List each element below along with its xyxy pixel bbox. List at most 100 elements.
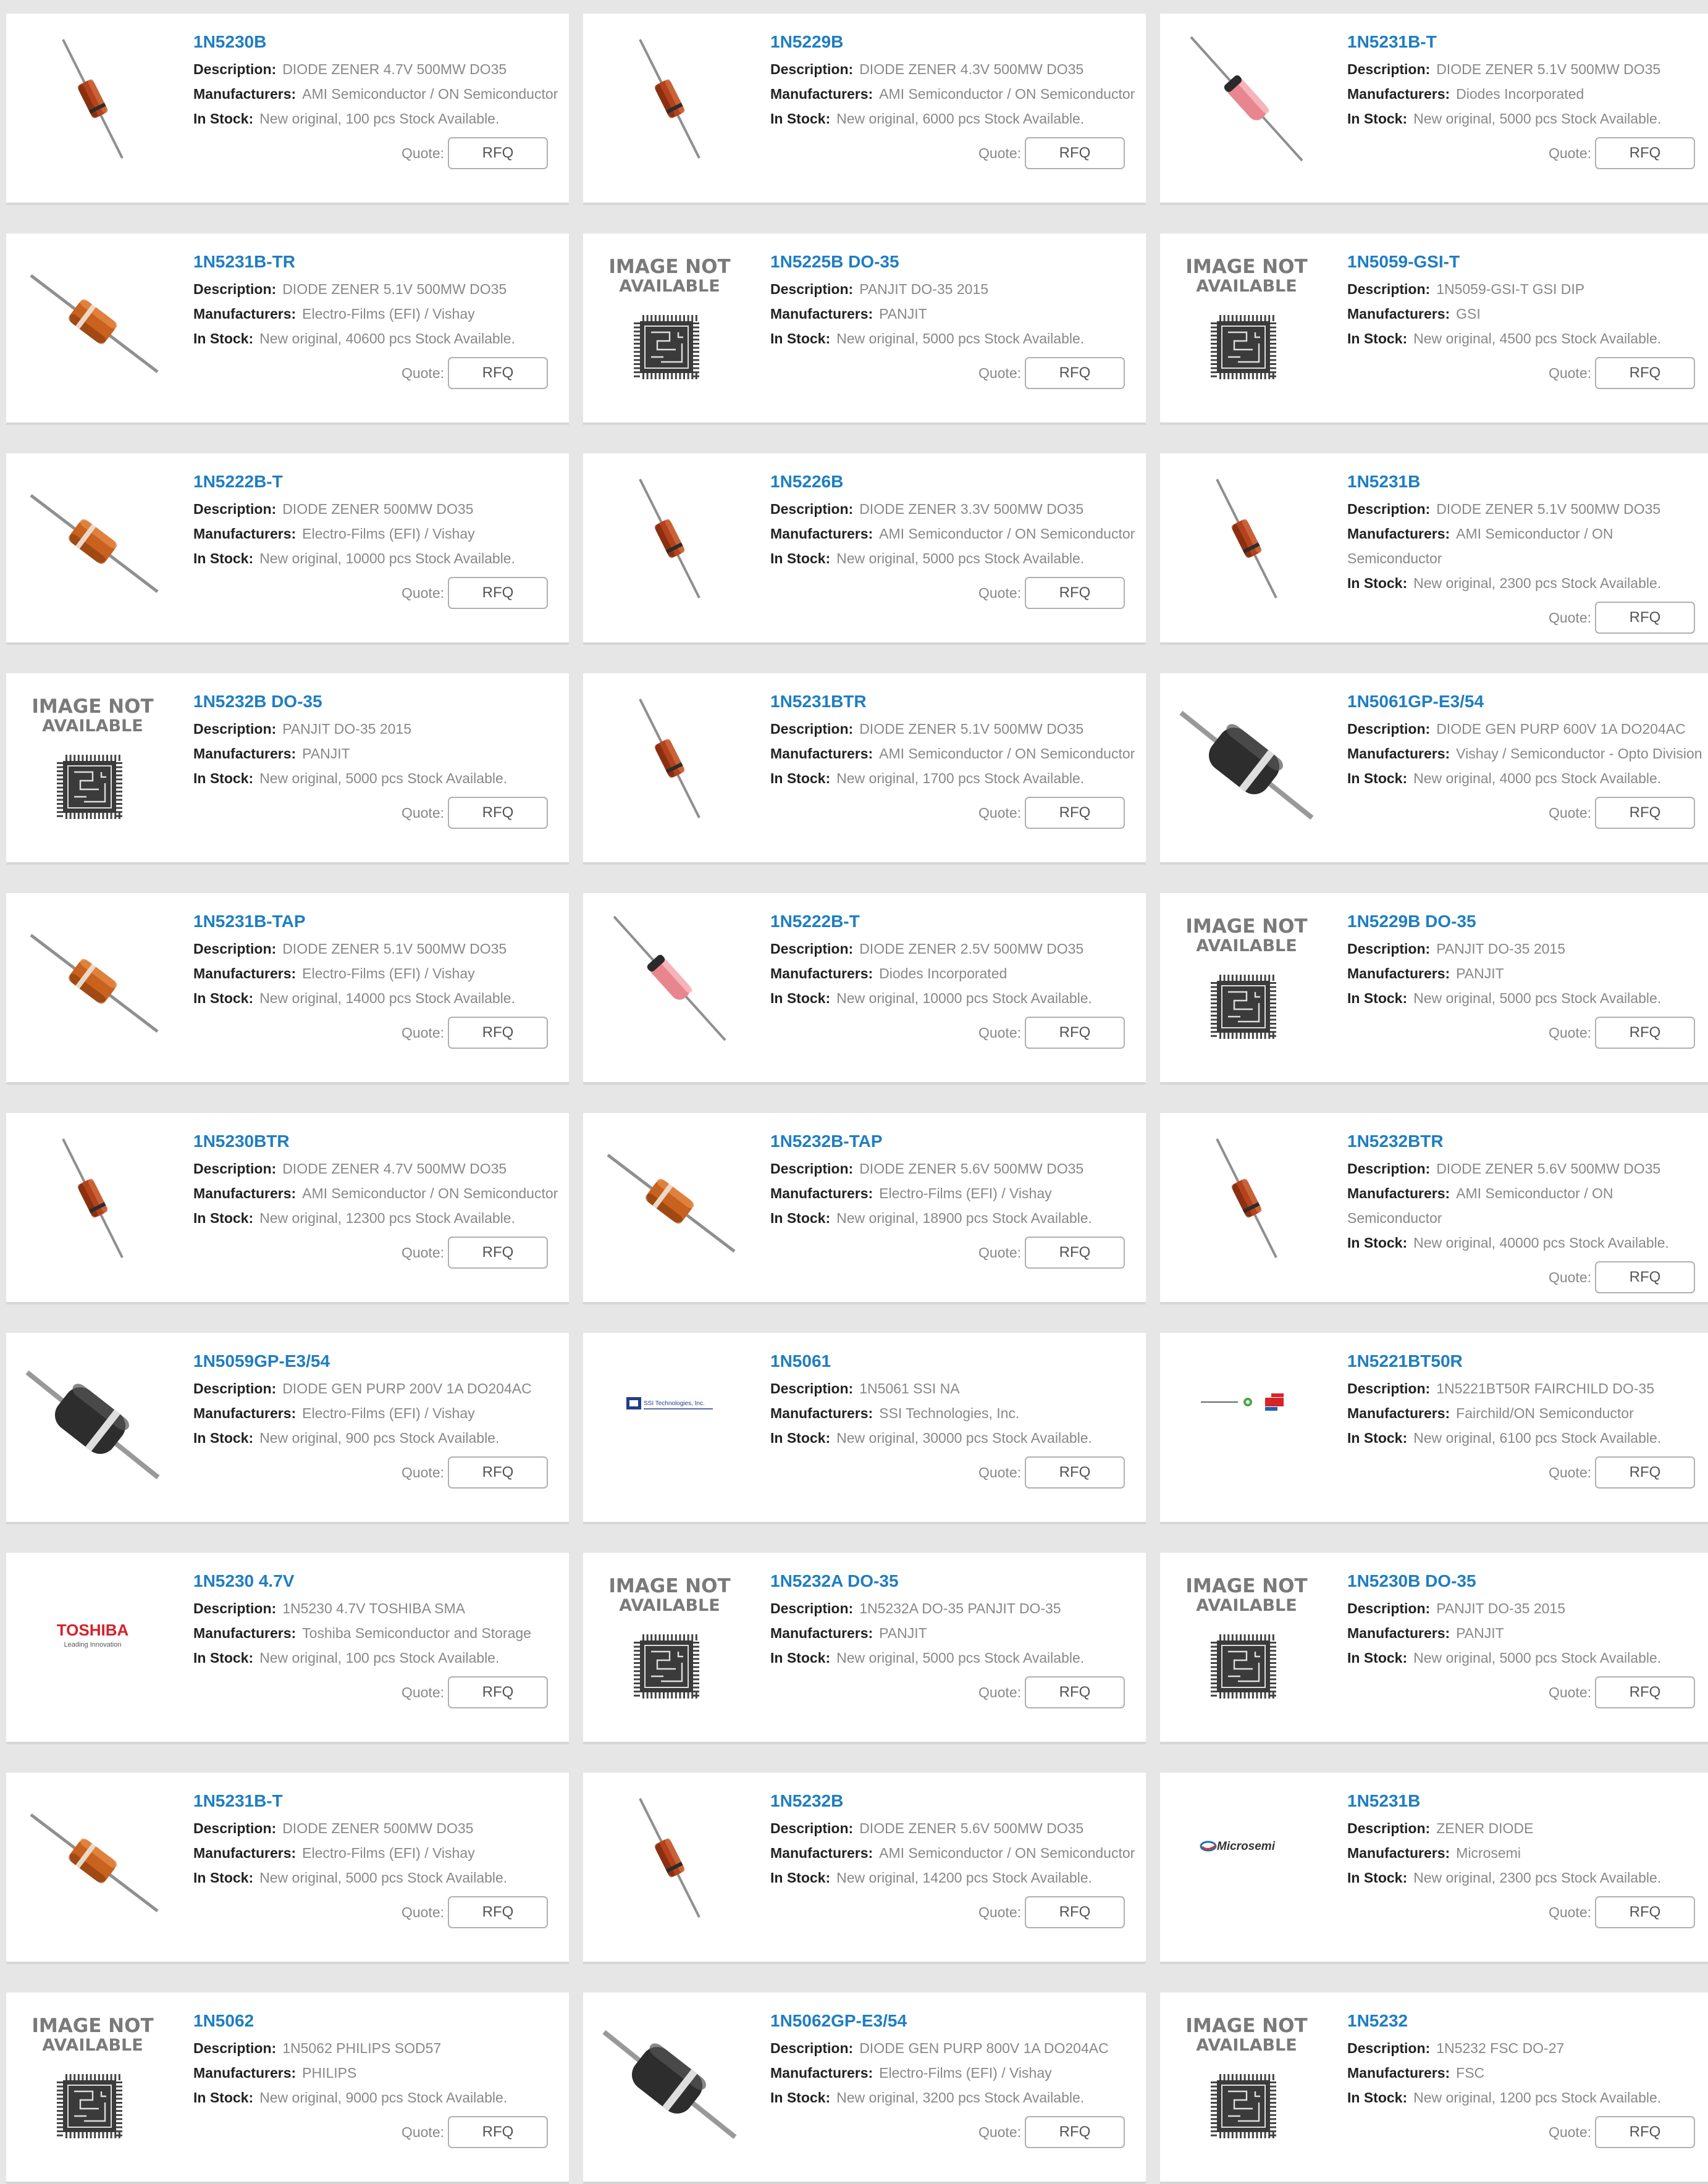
rfq-button[interactable]: RFQ <box>1595 602 1695 634</box>
part-number-link[interactable]: 1N5222B-T <box>770 909 1136 934</box>
part-number-link[interactable]: 1N5231B-TAP <box>193 909 559 934</box>
rfq-button[interactable]: RFQ <box>1025 577 1125 609</box>
part-number-link[interactable]: 1N5229B <box>770 30 1136 54</box>
part-number-link[interactable]: 1N5232B <box>770 1789 1136 1813</box>
product-image[interactable]: SSI Technologies, Inc. <box>602 1350 738 1486</box>
product-image[interactable] <box>602 31 738 167</box>
rfq-button[interactable]: RFQ <box>1595 1017 1695 1049</box>
image-not-available-text: AVAILABLE <box>1196 1596 1297 1615</box>
rfq-button[interactable]: RFQ <box>1025 137 1125 169</box>
product-image[interactable] <box>1179 1130 1315 1266</box>
product-image[interactable]: IMAGE NOT AVAILABLE <box>1179 1570 1315 1706</box>
rfq-button[interactable]: RFQ <box>1025 357 1125 389</box>
rfq-button[interactable]: RFQ <box>448 1017 548 1049</box>
part-number-link[interactable]: 1N5225B DO-35 <box>770 250 1136 274</box>
stock-row: In Stock: New original, 5000 pcs Stock Av… <box>1347 986 1706 1010</box>
part-number-link[interactable]: 1N5230B <box>193 30 559 54</box>
rfq-button[interactable]: RFQ <box>1595 1261 1695 1293</box>
product-image[interactable]: Microsemi <box>1179 1790 1315 1926</box>
rfq-button[interactable]: RFQ <box>1025 797 1125 829</box>
rfq-button[interactable]: RFQ <box>1025 1676 1125 1708</box>
part-number-link[interactable]: 1N5222B-T <box>193 469 559 494</box>
product-image[interactable] <box>25 251 161 387</box>
rfq-button[interactable]: RFQ <box>1025 1896 1125 1928</box>
product-image[interactable]: IMAGE NOT AVAILABLE <box>25 2010 161 2146</box>
part-number-link[interactable]: 1N5230BTR <box>193 1129 559 1154</box>
part-number-link[interactable]: 1N5061GP-E3/54 <box>1347 689 1706 714</box>
product-image[interactable] <box>25 1130 161 1266</box>
rfq-button[interactable]: RFQ <box>1595 1896 1695 1928</box>
part-number-link[interactable]: 1N5061 <box>770 1349 1136 1374</box>
product-image[interactable]: IMAGE NOT AVAILABLE <box>602 251 738 387</box>
product-image[interactable] <box>25 1790 161 1926</box>
rfq-button[interactable]: RFQ <box>448 2116 548 2148</box>
manufacturers-row: Manufacturers: PHILIPS <box>193 2060 559 2085</box>
product-image[interactable] <box>25 1350 161 1486</box>
part-number-link[interactable]: 1N5231B-T <box>1347 30 1706 54</box>
description-value: DIODE ZENER 3.3V 500MW DO35 <box>859 501 1084 517</box>
rfq-button[interactable]: RFQ <box>448 1237 548 1269</box>
product-image[interactable] <box>25 910 161 1046</box>
description-label: Description: <box>193 1380 277 1396</box>
rfq-button[interactable]: RFQ <box>1595 1456 1695 1489</box>
part-number-link[interactable]: 1N5231BTR <box>770 689 1136 714</box>
rfq-button[interactable]: RFQ <box>1595 137 1695 169</box>
rfq-button[interactable]: RFQ <box>1025 2116 1125 2148</box>
product-image[interactable]: IMAGE NOT AVAILABLE <box>25 691 161 826</box>
rfq-button[interactable]: RFQ <box>1595 357 1695 389</box>
rfq-button[interactable]: RFQ <box>448 1896 548 1928</box>
product-image[interactable] <box>1179 31 1315 167</box>
part-number-link[interactable]: 1N5062GP-E3/54 <box>770 2009 1136 2033</box>
rfq-button[interactable]: RFQ <box>1025 1456 1125 1489</box>
rfq-button[interactable]: RFQ <box>1595 1676 1695 1708</box>
part-number-link[interactable]: 1N5229B DO-35 <box>1347 909 1706 934</box>
product-image[interactable] <box>602 691 738 826</box>
rfq-button[interactable]: RFQ <box>448 137 548 169</box>
part-number-link[interactable]: 1N5232BTR <box>1347 1129 1706 1154</box>
product-image[interactable] <box>1179 1350 1315 1486</box>
rfq-button[interactable]: RFQ <box>448 797 548 829</box>
product-image[interactable]: IMAGE NOT AVAILABLE <box>1179 251 1315 387</box>
product-image[interactable] <box>602 2010 738 2146</box>
part-number-link[interactable]: 1N5059-GSI-T <box>1347 250 1706 274</box>
rfq-button[interactable]: RFQ <box>448 577 548 609</box>
part-number-link[interactable]: 1N5231B-T <box>193 1789 559 1813</box>
product-image[interactable]: IMAGE NOT AVAILABLE <box>1179 2010 1315 2146</box>
product-image[interactable] <box>602 1130 738 1266</box>
part-number-link[interactable]: 1N5232B-TAP <box>770 1129 1136 1154</box>
product-image[interactable]: IMAGE NOT AVAILABLE <box>1179 910 1315 1046</box>
rfq-button[interactable]: RFQ <box>448 1676 548 1708</box>
product-image[interactable] <box>1179 471 1315 607</box>
part-number-link[interactable]: 1N5231B-TR <box>193 250 559 274</box>
rfq-button[interactable]: RFQ <box>1595 797 1695 829</box>
part-number-link[interactable]: 1N5232B DO-35 <box>193 689 559 714</box>
part-number-link[interactable]: 1N5231B <box>1347 1789 1706 1813</box>
rfq-button[interactable]: RFQ <box>448 1456 548 1489</box>
part-number-link[interactable]: 1N5059GP-E3/54 <box>193 1349 559 1374</box>
part-number-link[interactable]: 1N5231B <box>1347 469 1706 494</box>
part-number-link[interactable]: 1N5230 4.7V <box>193 1569 559 1594</box>
rfq-button[interactable]: RFQ <box>1595 2116 1695 2148</box>
rfq-button[interactable]: RFQ <box>1025 1237 1125 1269</box>
product-image[interactable] <box>602 471 738 607</box>
product-image[interactable] <box>602 910 738 1046</box>
product-image[interactable] <box>25 31 161 167</box>
part-number-link[interactable]: 1N5226B <box>770 469 1136 494</box>
product-image[interactable] <box>602 1790 738 1926</box>
description-label: Description: <box>770 1161 854 1177</box>
quote-row: Quote: RFQ <box>770 1456 1136 1489</box>
part-number-link[interactable]: 1N5221BT50R <box>1347 1349 1706 1374</box>
stock-row: In Stock: New original, 40600 pcs Stock A… <box>193 326 559 351</box>
product-image[interactable]: TOSHIBA Leading Innovation <box>25 1570 161 1706</box>
part-number-link[interactable]: 1N5232A DO-35 <box>770 1569 1136 1594</box>
part-number-link[interactable]: 1N5230B DO-35 <box>1347 1569 1706 1594</box>
in-stock-label: In Stock: <box>193 1650 254 1666</box>
part-number-link[interactable]: 1N5062 <box>193 2009 559 2033</box>
manufacturers-label: Manufacturers: <box>193 1625 297 1641</box>
product-image[interactable] <box>1179 691 1315 826</box>
product-image[interactable]: IMAGE NOT AVAILABLE <box>602 1570 738 1706</box>
part-number-link[interactable]: 1N5232 <box>1347 2009 1706 2033</box>
product-image[interactable] <box>25 471 161 607</box>
rfq-button[interactable]: RFQ <box>448 357 548 389</box>
rfq-button[interactable]: RFQ <box>1025 1017 1125 1049</box>
